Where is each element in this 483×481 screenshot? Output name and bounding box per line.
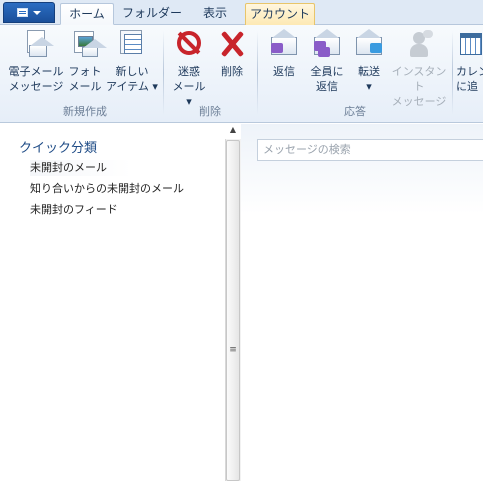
photo-mail-label: フォト (68, 65, 102, 78)
app-menu-icon (17, 8, 28, 17)
tab-home[interactable]: ホーム (60, 3, 114, 25)
photo-mail-button[interactable]: フォト メール (66, 29, 107, 94)
group-label-respond: 応答 (344, 105, 366, 118)
photo-mail-label-2: メール (68, 80, 102, 93)
forward-button[interactable]: 転送 ▾ (350, 29, 388, 94)
chevron-down-icon (33, 10, 41, 15)
scrollbar-thumb[interactable] (226, 140, 240, 481)
nav-item-unread-feeds[interactable]: 未開封のフィード (30, 202, 118, 218)
person-icon (404, 29, 434, 59)
new-email-label: 電子メール (8, 65, 64, 78)
new-items-label: 新しい (115, 65, 149, 78)
nav-item-unread-from-contacts[interactable]: 知り合いからの未開封のメール (30, 181, 184, 197)
message-list-pane: メッセージの検索 (241, 124, 483, 481)
block-icon (174, 29, 204, 59)
tab-account[interactable]: アカウント (245, 3, 315, 25)
navigation-pane: クイック分類 未開封のメール 知り合いからの未開封のメール 未開封のフィード (0, 124, 222, 481)
new-items-icon (117, 29, 147, 59)
group-label-new: 新規作成 (63, 105, 107, 118)
calendar-label-2: に追 (456, 80, 478, 93)
new-items-label-2: アイテム ▾ (106, 80, 158, 93)
delete-button[interactable]: 削除 (213, 29, 251, 79)
search-messages-input[interactable]: メッセージの検索 (257, 139, 483, 161)
photo-mail-icon (70, 29, 107, 59)
reply-all-button[interactable]: 全員に 返信 (306, 29, 348, 94)
scroll-up-arrow-icon[interactable]: ▲ (228, 124, 238, 136)
new-email-icon (21, 29, 54, 59)
reply-all-label: 全員に (310, 65, 344, 78)
tab-folder[interactable]: フォルダー (119, 3, 185, 25)
ribbon-tab-bar: ホーム フォルダー 表示 アカウント (0, 0, 483, 25)
grip-icon: ≡ (229, 345, 237, 355)
new-items-button[interactable]: 新しい アイテム ▾ (106, 29, 158, 94)
new-email-button[interactable]: 電子メール メッセージ (8, 29, 64, 94)
delete-label: 削除 (221, 65, 243, 78)
junk-button[interactable]: 迷惑 メール ▾ (168, 29, 210, 109)
tab-view[interactable]: 表示 (192, 3, 238, 25)
reply-all-label-2: 返信 (316, 80, 338, 93)
forward-dropdown-caret[interactable]: ▾ (350, 79, 388, 94)
ribbon: 電子メール メッセージ フォト メール 新しい アイテム ▾ 新規作成 迷惑 メ… (0, 25, 483, 123)
ribbon-separator-2 (257, 31, 258, 115)
reply-button[interactable]: 返信 (264, 29, 304, 79)
forward-icon (354, 29, 384, 59)
delete-x-icon (217, 29, 247, 59)
reply-label: 返信 (273, 65, 295, 78)
instant-message-label: インスタント (391, 65, 447, 93)
calendar-icon (460, 29, 483, 59)
new-email-label-2: メッセージ (8, 80, 64, 93)
reply-all-icon (312, 29, 342, 59)
forward-label: 転送 (358, 65, 380, 78)
instant-message-button[interactable]: インスタント メッセージ (390, 29, 448, 109)
reply-icon (269, 29, 299, 59)
junk-label: 迷惑 (178, 65, 200, 78)
app-menu-button[interactable] (3, 2, 55, 23)
calendar-label: カレン (456, 65, 483, 78)
ribbon-separator-3 (452, 31, 453, 115)
quick-views-title[interactable]: クイック分類 (19, 137, 97, 156)
calendar-button[interactable]: カレン に追 (456, 29, 483, 94)
group-label-delete: 削除 (199, 105, 221, 118)
nav-item-unread-mail[interactable]: 未開封のメール (30, 160, 131, 176)
ribbon-separator (163, 31, 164, 115)
